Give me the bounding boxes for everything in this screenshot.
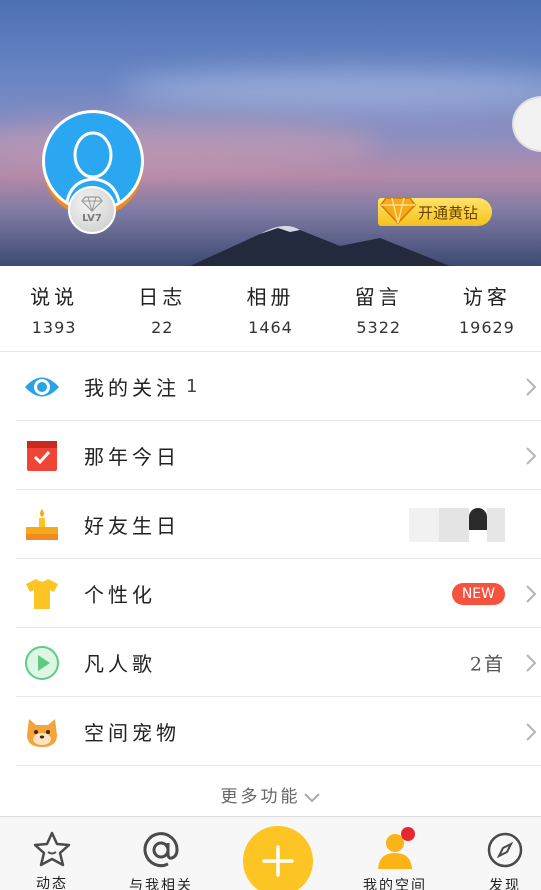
- notification-dot: [401, 827, 415, 841]
- eye-icon: [24, 369, 60, 405]
- stat-label: 相册: [246, 284, 295, 309]
- cover-cloud: [120, 70, 541, 110]
- gold-diamond-icon: [380, 197, 416, 225]
- more-features-toggle[interactable]: 更多功能: [0, 782, 541, 807]
- stat-messages[interactable]: 留言 5322: [325, 266, 433, 351]
- menu-item-label: 我的关注: [84, 376, 180, 400]
- pet-icon: [24, 714, 60, 750]
- calendar-check-icon: [24, 438, 60, 474]
- chevron-right-icon: [526, 446, 537, 465]
- menu-item-on-this-day[interactable]: 那年今日: [0, 421, 541, 490]
- open-yellow-diamond-button[interactable]: 开通黄钻: [378, 197, 493, 226]
- song-count: 2首: [469, 653, 505, 675]
- tab-discover[interactable]: 发现: [455, 817, 541, 890]
- menu-item-space-pet[interactable]: 空间宠物: [0, 697, 541, 766]
- new-badge-wrap: NEW: [451, 582, 505, 605]
- tab-label: 与我相关: [129, 878, 193, 890]
- stat-label: 访客: [462, 284, 511, 309]
- at-icon: [142, 831, 180, 869]
- person-icon: [375, 827, 415, 869]
- tshirt-icon: [24, 576, 60, 612]
- tab-feed[interactable]: 动态: [2, 817, 102, 890]
- feature-menu: 我的关注 1 那年今日 好友生日 个性化 NEW 凡人歌 2首 空间宠物: [0, 352, 541, 766]
- menu-item-label: 好友生日: [84, 514, 180, 538]
- menu-item-friend-birthdays[interactable]: 好友生日: [0, 490, 541, 559]
- menu-item-my-follows[interactable]: 我的关注 1: [0, 352, 541, 421]
- compass-icon: [486, 831, 524, 869]
- stat-shuoshuo[interactable]: 说说 1393: [0, 266, 108, 351]
- chevron-right-icon: [526, 377, 537, 396]
- tab-label: 动态: [36, 876, 68, 890]
- menu-item-label: 个性化: [84, 583, 156, 607]
- menu-item-label: 空间宠物: [84, 721, 180, 745]
- stat-blog[interactable]: 日志 22: [108, 266, 216, 351]
- avatar[interactable]: LV7: [42, 110, 144, 234]
- level-badge[interactable]: LV7: [68, 186, 116, 234]
- chevron-right-icon: [526, 722, 537, 741]
- publish-plus-button[interactable]: [243, 826, 313, 890]
- cover-banner[interactable]: LV7 开通黄钻: [0, 0, 541, 266]
- menu-item-song[interactable]: 凡人歌 2首: [0, 628, 541, 697]
- stat-label: 日志: [138, 284, 187, 309]
- stats-bar: 说说 1393 日志 22 相册 1464 留言 5322 访客 19629: [0, 266, 541, 352]
- tab-my-space[interactable]: 我的空间: [345, 817, 445, 890]
- tab-label: 我的空间: [363, 878, 427, 890]
- stat-visitors[interactable]: 访客 19629: [433, 266, 541, 351]
- tab-label: 发现: [489, 878, 521, 890]
- stat-value: 5322: [356, 317, 402, 337]
- blurred-friend-avatars: [409, 507, 505, 543]
- chevron-down-icon: [303, 792, 320, 802]
- stat-label: 留言: [354, 284, 403, 309]
- more-features-label: 更多功能: [220, 787, 301, 807]
- stat-value: 19629: [458, 317, 515, 337]
- stat-value: 1464: [248, 317, 293, 337]
- song-count-wrap: 2首: [470, 649, 505, 676]
- plus-icon: [262, 845, 294, 877]
- new-badge: NEW: [451, 582, 505, 605]
- chevron-right-icon: [526, 584, 537, 603]
- level-label: LV7: [82, 213, 102, 224]
- stat-value: 22: [151, 317, 174, 337]
- tab-related-to-me[interactable]: 与我相关: [111, 817, 211, 890]
- star-icon: [33, 831, 71, 867]
- menu-item-personalize[interactable]: 个性化 NEW: [0, 559, 541, 628]
- menu-item-label: 那年今日: [84, 445, 180, 469]
- chevron-right-icon: [526, 653, 537, 672]
- stat-label: 说说: [30, 284, 79, 309]
- diamond-icon: [81, 196, 103, 212]
- play-icon: [24, 645, 60, 681]
- menu-item-label: 凡人歌: [84, 652, 156, 676]
- vip-button-label: 开通黄钻: [418, 203, 479, 222]
- stat-value: 1393: [31, 317, 77, 337]
- side-peek-avatar: [512, 96, 541, 152]
- stat-album[interactable]: 相册 1464: [216, 266, 324, 351]
- follow-count: 1: [186, 376, 198, 397]
- birthday-cake-icon: [24, 507, 60, 543]
